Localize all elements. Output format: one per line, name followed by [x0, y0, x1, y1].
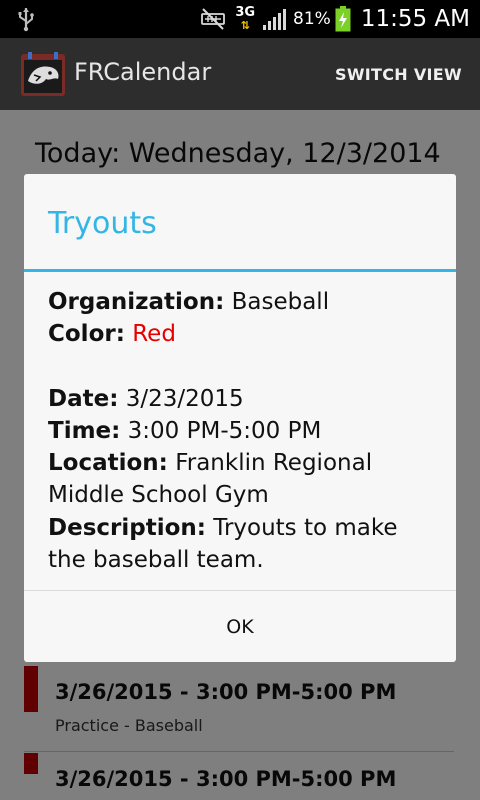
- battery-charging-icon: [335, 6, 351, 32]
- organization-value: Baseball: [231, 289, 330, 315]
- app-logo-icon[interactable]: [20, 51, 66, 97]
- event-details-dialog: Tryouts Organization: Baseball Color: Re…: [24, 174, 456, 662]
- location-value-line2: Middle School Gym: [48, 482, 269, 509]
- dialog-title: Tryouts: [48, 206, 157, 241]
- dialog-body: Organization: Baseball Color: Red Date: …: [48, 286, 438, 576]
- app-title: FRCalendar: [74, 58, 212, 86]
- status-bar: 3G ⇅ 81% 11:55 AM: [0, 0, 480, 38]
- dialog-title-divider: [24, 269, 456, 272]
- location-label: Location:: [48, 450, 168, 477]
- date-value: 3/23/2015: [125, 385, 244, 412]
- color-value: Red: [132, 321, 176, 348]
- description-label: Description:: [48, 514, 206, 541]
- usb-icon: [18, 8, 34, 32]
- time-label: Time:: [48, 417, 121, 444]
- battery-percent: 81%: [293, 9, 331, 29]
- date-label: Date:: [48, 385, 119, 412]
- switch-view-button[interactable]: SWITCH VIEW: [335, 65, 462, 84]
- ok-button[interactable]: OK: [24, 591, 456, 662]
- organization-row: Organization: Baseball: [48, 286, 438, 318]
- action-bar: FRCalendar SWITCH VIEW: [0, 38, 480, 110]
- description-value-line1: Tryouts to make: [213, 514, 398, 541]
- network-label: 3G: [235, 5, 256, 20]
- color-label: Color:: [48, 321, 125, 348]
- description-value-line2: the baseball team.: [48, 547, 264, 574]
- signal-icon: [263, 9, 287, 30]
- date-row: Date: 3/23/2015: [48, 383, 438, 415]
- color-row: Color: Red: [48, 318, 438, 350]
- location-row: Location: Franklin Regional: [48, 447, 438, 479]
- clock: 11:55 AM: [360, 6, 470, 32]
- time-value: 3:00 PM-5:00 PM: [127, 417, 322, 444]
- location-value-line1: Franklin Regional: [175, 450, 373, 477]
- mute-icon: [201, 8, 226, 30]
- description-row: Description: Tryouts to make: [48, 512, 438, 544]
- network-3g-icon: 3G ⇅: [235, 5, 256, 32]
- time-row: Time: 3:00 PM-5:00 PM: [48, 415, 438, 447]
- organization-label: Organization:: [48, 289, 225, 315]
